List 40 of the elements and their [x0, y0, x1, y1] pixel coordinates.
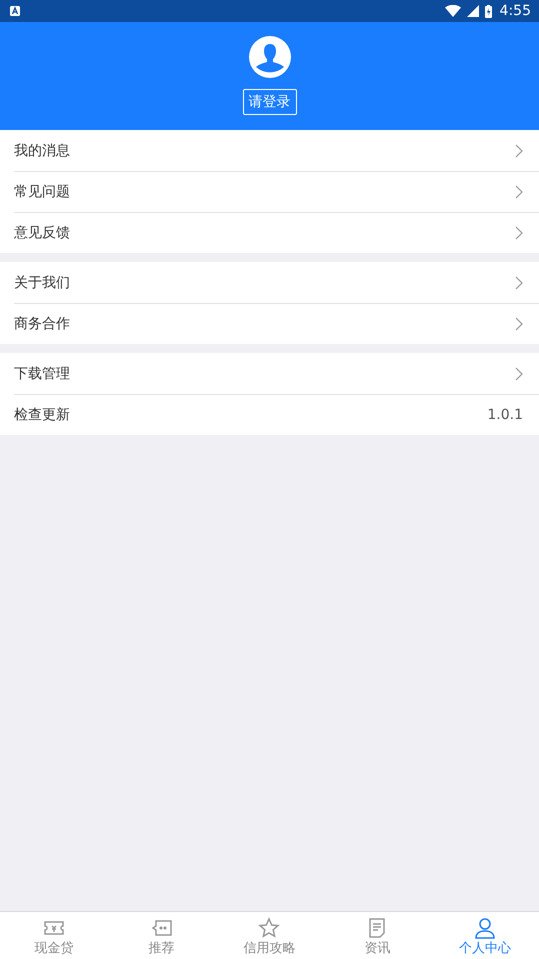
menu-item-label: 关于我们: [14, 274, 70, 292]
version-text: 1.0.1: [487, 407, 523, 423]
menu-item[interactable]: 我的消息: [14, 130, 539, 171]
menu-item[interactable]: 商务合作: [14, 303, 539, 344]
wifi-icon: [444, 5, 461, 17]
menu-item-label: 我的消息: [14, 142, 70, 160]
chevron-right-icon: [515, 317, 523, 331]
tab-bar-item[interactable]: 信用攻略: [216, 912, 324, 959]
menu-item-label: 意见反馈: [14, 224, 70, 242]
avatar-icon: [248, 36, 290, 78]
chevron-right-icon: [515, 226, 523, 240]
menu-item[interactable]: 常见问题: [14, 171, 539, 212]
chevron-right-icon: [515, 144, 523, 158]
tab-bar-item[interactable]: 资讯: [323, 912, 432, 959]
tab-bar-item[interactable]: 个人中心: [431, 912, 539, 959]
menu-item-label: 检查更新: [14, 406, 70, 424]
menu-item-label: 商务合作: [14, 315, 70, 333]
tab-label: 信用攻略: [243, 941, 296, 956]
chevron-right-icon: [515, 185, 523, 199]
notification-icon: [10, 6, 20, 16]
tab-label: 现金贷: [34, 941, 74, 956]
chevron-right-icon: [515, 276, 523, 290]
menu-item[interactable]: 检查更新 1.0.1: [14, 394, 539, 435]
menu-item[interactable]: 意见反馈: [14, 212, 539, 253]
menu-item[interactable]: 下载管理: [14, 353, 539, 394]
menu-item[interactable]: 关于我们: [14, 262, 539, 303]
tab-label: 个人中心: [459, 941, 512, 956]
battery-icon: [484, 4, 492, 18]
tab-bar-item[interactable]: 现金贷: [0, 912, 108, 959]
menu-item-label: 下载管理: [14, 364, 70, 382]
chevron-right-icon: [515, 366, 523, 380]
user-icon: [474, 917, 496, 939]
login-button[interactable]: 请登录: [242, 89, 296, 115]
tab-bar-item[interactable]: 推荐: [108, 912, 216, 959]
menu-item-label: 常见问题: [14, 183, 70, 201]
star-icon: [258, 917, 280, 939]
signal-icon: [466, 5, 479, 17]
tab-label: 资讯: [364, 941, 390, 956]
tab-label: 推荐: [148, 941, 175, 956]
status-time: 4:55: [500, 3, 531, 19]
